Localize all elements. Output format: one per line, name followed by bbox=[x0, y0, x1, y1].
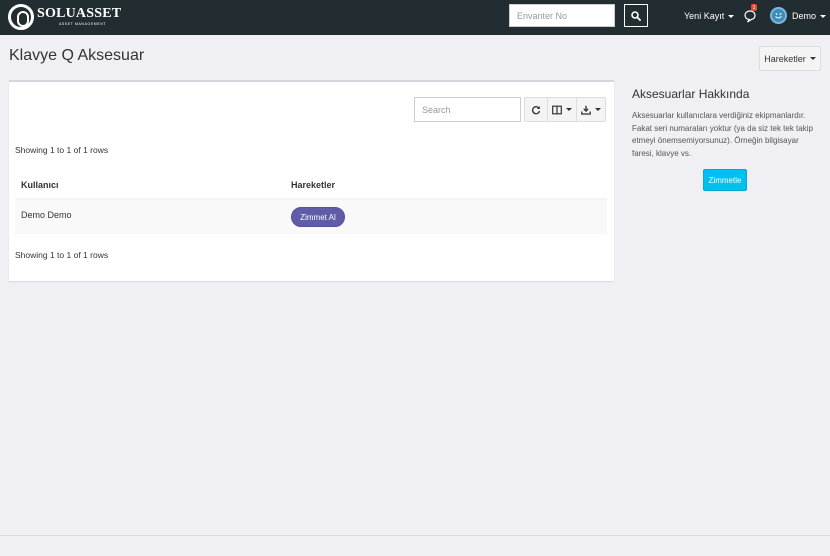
refresh-button[interactable] bbox=[524, 97, 548, 122]
new-record-dropdown[interactable]: Yeni Kayıt bbox=[684, 11, 735, 21]
footer-divider bbox=[0, 535, 830, 536]
refresh-icon bbox=[531, 105, 541, 114]
user-menu-dropdown[interactable]: Demo bbox=[792, 11, 827, 21]
row-user-name: Demo Demo bbox=[21, 210, 72, 220]
new-record-label: Yeni Kayıt bbox=[684, 11, 725, 21]
top-navbar: SOLUASSET ASSET MANAGEMENT Yeni Kayıt 1 … bbox=[0, 0, 830, 35]
column-header-user[interactable]: Kullanıcı bbox=[21, 180, 59, 190]
search-button[interactable] bbox=[624, 4, 648, 27]
table-header: Kullanıcı Hareketler bbox=[15, 172, 607, 200]
user-name: Demo bbox=[792, 11, 817, 21]
chevron-down-icon bbox=[809, 57, 816, 60]
check-out-button[interactable]: Zimmet Al bbox=[291, 207, 345, 227]
pagination-info-bottom: Showing 1 to 1 of 1 rows bbox=[15, 250, 109, 260]
users-table: Kullanıcı Hareketler Demo Demo Zimmet Al bbox=[15, 172, 607, 234]
user-avatar-icon[interactable] bbox=[770, 7, 787, 24]
logo[interactable]: SOLUASSET ASSET MANAGEMENT bbox=[8, 3, 121, 31]
table-toolbar bbox=[524, 97, 606, 122]
page-title: Klavye Q Aksesuar bbox=[9, 47, 145, 64]
chevron-down-icon bbox=[595, 108, 601, 111]
columns-icon bbox=[552, 105, 562, 114]
download-icon bbox=[581, 105, 591, 115]
chevron-down-icon bbox=[820, 14, 827, 18]
table-row: Demo Demo Zimmet Al bbox=[15, 200, 607, 234]
comment-icon[interactable] bbox=[744, 9, 756, 23]
chevron-down-icon bbox=[566, 108, 572, 111]
logo-subtitle: ASSET MANAGEMENT bbox=[59, 22, 107, 26]
users-table-box: Showing 1 to 1 of 1 rows Kullanıcı Harek… bbox=[9, 80, 614, 281]
notification-badge: 1 bbox=[751, 4, 757, 11]
actions-label: Hareketler bbox=[764, 53, 806, 64]
chevron-down-icon bbox=[728, 14, 735, 18]
actions-dropdown-button[interactable]: Hareketler bbox=[759, 46, 821, 71]
assign-button[interactable]: Zimmetle bbox=[703, 169, 747, 191]
export-button[interactable] bbox=[576, 97, 606, 122]
table-search-input[interactable] bbox=[414, 97, 521, 122]
logo-name: SOLUASSET bbox=[37, 6, 122, 21]
pagination-info-top: Showing 1 to 1 of 1 rows bbox=[15, 145, 109, 155]
info-title: Aksesuarlar Hakkında bbox=[632, 87, 750, 101]
column-header-actions[interactable]: Hareketler bbox=[291, 180, 335, 190]
logo-mark bbox=[8, 4, 34, 30]
search-icon bbox=[631, 10, 641, 21]
inventory-search-input[interactable] bbox=[509, 4, 615, 27]
columns-toggle-button[interactable] bbox=[547, 97, 577, 122]
info-description: Aksesuarlar kullanıclara verdiğiniz ekip… bbox=[632, 111, 813, 158]
